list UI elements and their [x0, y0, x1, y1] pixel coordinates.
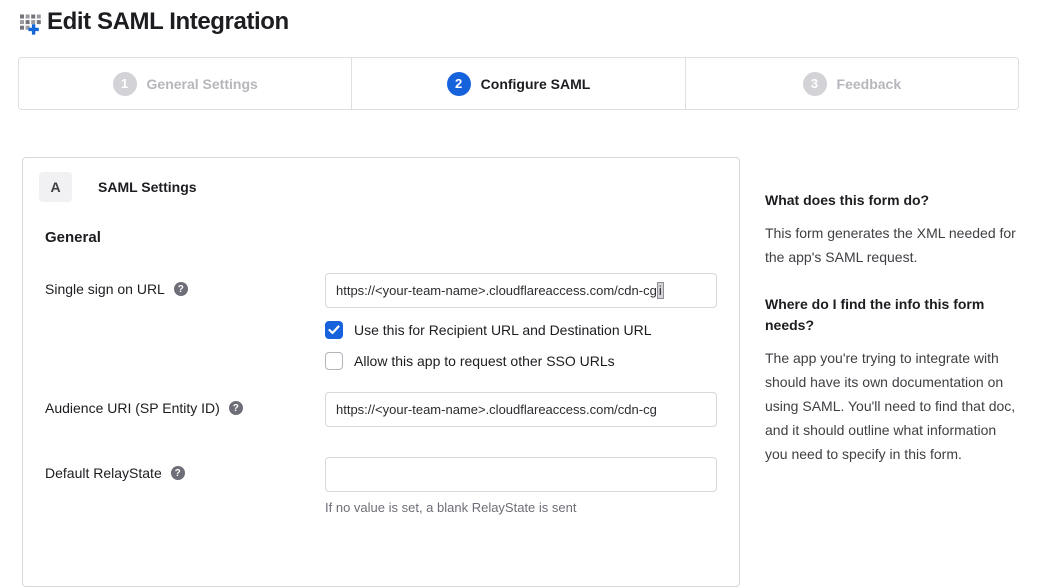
step-general-settings[interactable]: 1 General Settings: [19, 58, 351, 109]
check-icon: [328, 325, 340, 335]
recipient-url-checkbox-label: Use this for Recipient URL and Destinati…: [354, 322, 652, 338]
step-label: Feedback: [837, 76, 902, 92]
relaystate-helper-text: If no value is set, a blank RelayState i…: [325, 500, 717, 515]
help-heading-what: What does this form do?: [765, 190, 1017, 211]
section-a-badge: A: [39, 172, 72, 202]
help-sidebar: What does this form do? This form genera…: [765, 190, 1017, 491]
general-section-heading: General: [45, 229, 723, 246]
step-wizard: 1 General Settings 2 Configure SAML 3 Fe…: [18, 57, 1019, 110]
panel-title: SAML Settings: [98, 179, 197, 195]
field-row-audience-uri: Audience URI (SP Entity ID) ?: [39, 392, 723, 427]
step-configure-saml[interactable]: 2 Configure SAML: [351, 58, 684, 109]
help-body-where: The app you're trying to integrate with …: [765, 346, 1017, 466]
page-header: Edit SAML Integration: [19, 7, 289, 36]
page-title: Edit SAML Integration: [47, 8, 289, 36]
step-feedback[interactable]: 3 Feedback: [685, 58, 1018, 109]
step-label: General Settings: [147, 76, 258, 92]
step-number-badge: 2: [447, 72, 471, 96]
field-row-single-sign-on-url: Single sign on URL ? https://<your-team-…: [39, 273, 723, 370]
app-grid-plus-icon: [19, 11, 44, 36]
text-selection-cursor: i: [657, 282, 664, 299]
step-label: Configure SAML: [481, 76, 591, 92]
panel-header: A SAML Settings: [39, 172, 723, 202]
other-sso-urls-checkbox-label: Allow this app to request other SSO URLs: [354, 353, 615, 369]
recipient-url-checkbox-row[interactable]: Use this for Recipient URL and Destinati…: [325, 321, 717, 339]
step-number-badge: 3: [803, 72, 827, 96]
help-icon[interactable]: ?: [229, 401, 243, 415]
help-body-what: This form generates the XML needed for t…: [765, 221, 1017, 269]
saml-settings-panel: A SAML Settings General Single sign on U…: [22, 157, 740, 587]
single-sign-on-url-input[interactable]: https://<your-team-name>.cloudflareacces…: [325, 273, 717, 308]
step-number-badge: 1: [113, 72, 137, 96]
other-sso-urls-checkbox-row[interactable]: Allow this app to request other SSO URLs: [325, 352, 717, 370]
single-sign-on-url-label: Single sign on URL: [45, 281, 165, 298]
help-icon[interactable]: ?: [171, 466, 185, 480]
audience-uri-label: Audience URI (SP Entity ID): [45, 400, 220, 417]
other-sso-urls-checkbox[interactable]: [325, 352, 343, 370]
default-relaystate-input[interactable]: [325, 457, 717, 492]
recipient-url-checkbox[interactable]: [325, 321, 343, 339]
default-relaystate-label: Default RelayState: [45, 465, 162, 482]
help-icon[interactable]: ?: [174, 282, 188, 296]
audience-uri-input[interactable]: [325, 392, 717, 427]
help-heading-where: Where do I find the info this form needs…: [765, 294, 1017, 336]
field-row-default-relaystate: Default RelayState ? If no value is set,…: [39, 457, 723, 515]
